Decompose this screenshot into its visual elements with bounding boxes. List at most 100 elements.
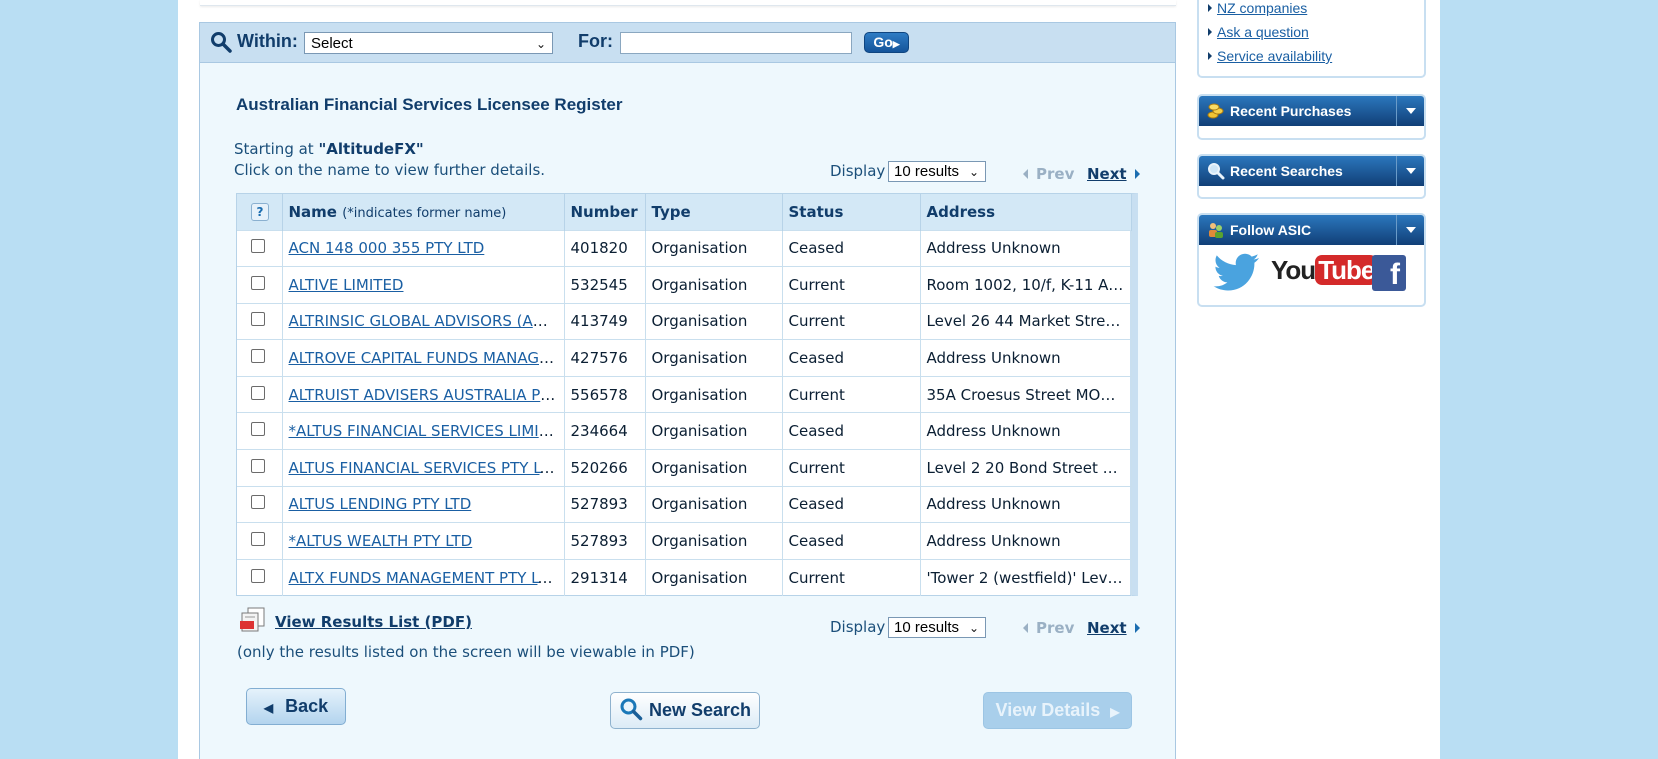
chevron-left-icon: ◀: [263, 701, 274, 715]
back-button-label: Back: [285, 696, 329, 716]
sidebar-link-ask-question[interactable]: Ask a question: [1208, 24, 1309, 40]
table-row: ALTIVE LIMITED 532545 Organisation Curre…: [237, 266, 1132, 304]
licence-number: 234664: [564, 412, 646, 450]
row-checkbox[interactable]: [251, 495, 265, 510]
licensee-type: Organisation: [645, 412, 783, 450]
licensee-type: Organisation: [645, 339, 783, 377]
within-select[interactable]: Select ⌄: [304, 32, 553, 54]
chevron-right-icon: [1134, 169, 1140, 179]
results-table: ? Name (*indicates former name) Number T…: [237, 194, 1132, 596]
licensee-name-link[interactable]: ALTRUIST ADVISERS AUSTRALIA PTY...: [289, 386, 564, 404]
row-checkbox[interactable]: [251, 422, 265, 437]
licensee-name-link[interactable]: ACN 148 000 355 PTY LTD: [289, 239, 485, 257]
twitter-icon[interactable]: [1213, 253, 1261, 293]
licensee-address: Room 1002, 10/f, K-11 Atel...: [920, 266, 1132, 304]
table-row: ALTX FUNDS MANAGEMENT PTY LTD 291314 Org…: [237, 558, 1132, 596]
people-icon: [1209, 223, 1223, 238]
search-icon: [211, 32, 232, 53]
licence-number: 401820: [564, 229, 646, 267]
recent-purchases-title: Recent Purchases: [1230, 103, 1352, 119]
licensee-name-link[interactable]: ALTUS LENDING PTY LTD: [289, 495, 472, 513]
next-link-top[interactable]: Next: [1087, 165, 1140, 183]
licensee-name-link[interactable]: ALTIVE LIMITED: [289, 276, 404, 294]
licensee-type: Organisation: [645, 558, 783, 596]
licence-number: 532545: [564, 266, 646, 304]
view-results-pdf-link[interactable]: View Results List (PDF): [275, 613, 472, 631]
follow-asic-header[interactable]: Follow ASIC: [1199, 215, 1424, 245]
row-checkbox[interactable]: [251, 532, 265, 547]
licensee-type: Organisation: [645, 449, 783, 487]
search-icon: [1208, 163, 1225, 180]
back-button[interactable]: ◀ Back: [246, 688, 346, 725]
starting-at-value: "AltitudeFX": [318, 140, 424, 158]
row-checkbox[interactable]: [251, 458, 265, 473]
display-select-bottom[interactable]: 10 results ⌄: [888, 617, 986, 638]
sidebar-link-service-availability[interactable]: Service availability: [1207, 48, 1332, 64]
go-button-label: Go: [873, 34, 893, 50]
table-row: ALTRINSIC GLOBAL ADVISORS (AUST... 41374…: [237, 302, 1132, 340]
licensee-address: Address Unknown: [920, 339, 1132, 377]
display-label-bottom: Display: [830, 618, 886, 636]
display-select-top[interactable]: 10 results ⌄: [888, 161, 986, 182]
recent-searches-header[interactable]: Recent Searches: [1199, 156, 1424, 186]
licence-number: 556578: [564, 375, 646, 413]
row-checkbox[interactable]: [251, 349, 265, 364]
prev-label: Prev: [1036, 165, 1075, 183]
licensee-name-link[interactable]: *ALTUS FINANCIAL SERVICES LIMITED: [289, 422, 564, 440]
licensee-name-link[interactable]: ALTUS FINANCIAL SERVICES PTY LTD: [289, 459, 561, 477]
row-checkbox[interactable]: [251, 312, 265, 327]
table-row: ACN 148 000 355 PTY LTD 401820 Organisat…: [237, 229, 1132, 267]
next-label: Next: [1087, 619, 1127, 637]
licence-status: Current: [782, 449, 921, 487]
chevron-left-icon: [1023, 169, 1028, 179]
sidebar-link-nz-companies[interactable]: NZ companies: [1207, 0, 1307, 16]
go-button[interactable]: Go▶: [864, 32, 909, 53]
dropdown-toggle-icon[interactable]: [1396, 96, 1424, 126]
youtube-icon[interactable]: You Tube: [1271, 255, 1378, 286]
for-input[interactable]: [620, 32, 852, 54]
recent-purchases-header[interactable]: Recent Purchases: [1199, 96, 1424, 126]
instruction-text: Click on the name to view further detail…: [234, 161, 546, 179]
licence-status: Current: [782, 266, 921, 304]
facebook-icon[interactable]: f: [1372, 255, 1406, 291]
row-checkbox[interactable]: [251, 385, 265, 400]
dropdown-toggle-icon[interactable]: [1396, 156, 1424, 186]
licence-status: Ceased: [782, 522, 921, 560]
licensee-type: Organisation: [645, 485, 783, 523]
licensee-name-link[interactable]: ALTRINSIC GLOBAL ADVISORS (AUST...: [289, 312, 564, 330]
chevron-down-icon: ⌄: [968, 621, 979, 635]
prev-link-top: Prev: [1023, 165, 1074, 183]
licensee-type: Organisation: [645, 522, 783, 560]
for-label: For:: [578, 31, 613, 51]
starting-at-text: Starting at "AltitudeFX": [234, 140, 424, 158]
new-search-button[interactable]: New Search: [610, 692, 760, 729]
row-checkbox[interactable]: [251, 239, 265, 254]
facebook-letter: f: [1390, 258, 1400, 291]
licensee-address: 35A Croesus Street MORLE...: [920, 375, 1132, 413]
licence-number: 527893: [564, 522, 646, 560]
name-header-note: (*indicates former name): [342, 205, 507, 221]
results-table-container: ? Name (*indicates former name) Number T…: [236, 193, 1138, 596]
licensee-address: Address Unknown: [920, 229, 1132, 267]
licensee-address: Address Unknown: [920, 522, 1132, 560]
name-header-label: Name: [288, 202, 337, 221]
licensee-address: Address Unknown: [920, 412, 1132, 450]
licensee-type: Organisation: [645, 229, 783, 267]
licensee-name-link[interactable]: ALTX FUNDS MANAGEMENT PTY LTD: [289, 569, 559, 587]
youtube-tube: Tube: [1315, 255, 1378, 285]
name-header: Name (*indicates former name): [282, 194, 565, 230]
licensee-name-link[interactable]: *ALTUS WEALTH PTY LTD: [289, 532, 473, 550]
next-label: Next: [1087, 165, 1127, 183]
licensee-name-link[interactable]: ALTROVE CAPITAL FUNDS MANAGEM...: [289, 349, 564, 367]
licensee-address: Level 26 44 Market Street ...: [920, 302, 1132, 340]
next-link-bottom[interactable]: Next: [1087, 619, 1140, 637]
table-row: ALTUS LENDING PTY LTD 527893 Organisatio…: [237, 485, 1132, 523]
row-checkbox[interactable]: [251, 275, 265, 290]
row-checkbox[interactable]: [251, 568, 265, 583]
licensee-type: Organisation: [645, 302, 783, 340]
dropdown-toggle-icon[interactable]: [1396, 215, 1424, 245]
prev-link-bottom: Prev: [1023, 619, 1074, 637]
help-icon[interactable]: ?: [251, 203, 269, 222]
licence-status: Current: [782, 558, 921, 596]
help-header: ?: [237, 194, 283, 230]
